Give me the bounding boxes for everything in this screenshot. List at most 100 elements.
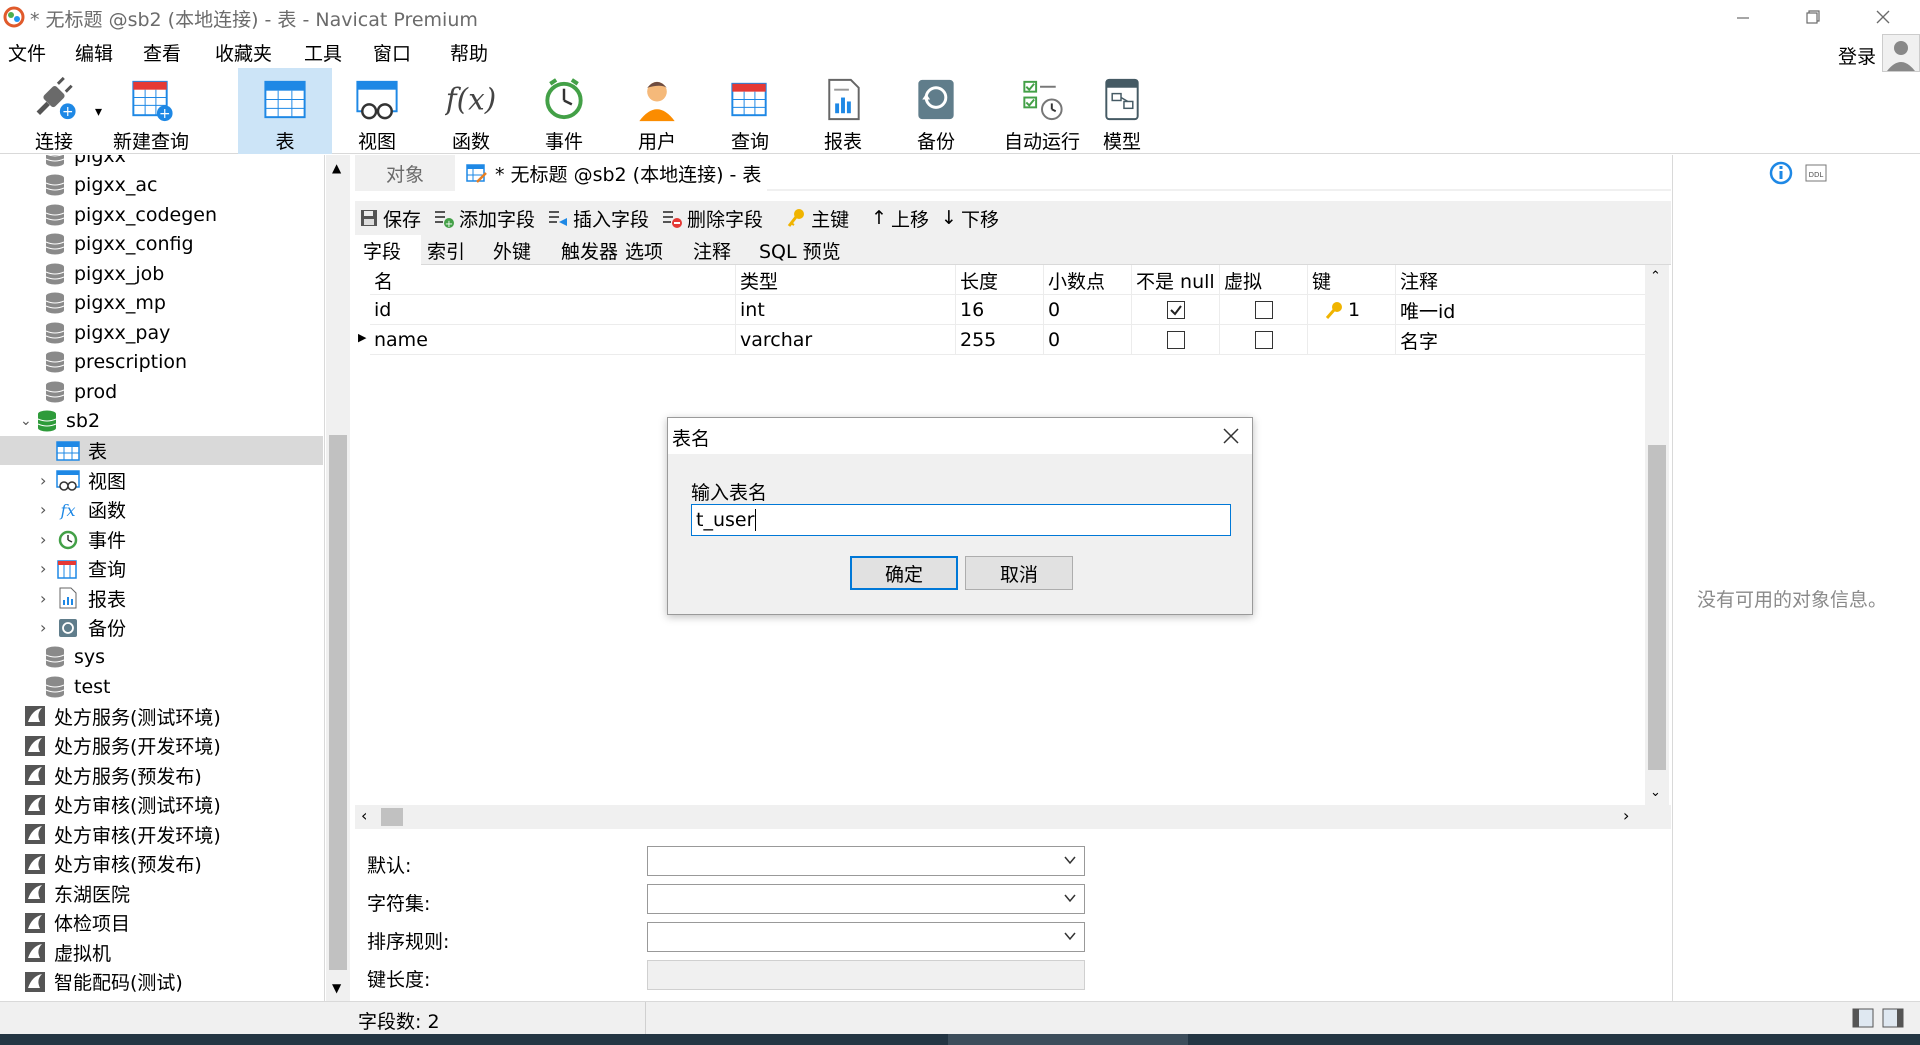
subtab-foreign-keys[interactable]: 外键 — [493, 235, 531, 265]
tree-item-database[interactable]: sys — [0, 643, 323, 672]
sidebar-scrollbar[interactable]: ▲ ▼ — [326, 155, 350, 1001]
scroll-down-icon[interactable]: ⌄ — [1650, 785, 1661, 800]
tree-item-connection[interactable]: 处方服务(开发环境) — [0, 731, 323, 760]
tool-view[interactable]: 视图 — [340, 68, 414, 154]
subtab-sql-preview[interactable]: SQL 预览 — [759, 235, 841, 265]
delete-field-button[interactable]: 删除字段 — [661, 205, 763, 232]
tool-report[interactable]: 报表 — [806, 68, 880, 154]
chevron-right-icon[interactable]: › — [40, 618, 56, 637]
close-icon[interactable] — [1220, 425, 1242, 447]
avatar[interactable] — [1882, 34, 1920, 72]
ok-button[interactable]: 确定 — [850, 556, 958, 590]
scroll-up-icon[interactable]: ▲ — [332, 161, 341, 175]
scroll-left-icon[interactable]: ‹ — [361, 806, 367, 825]
subtab-indexes[interactable]: 索引 — [427, 235, 465, 265]
subtab-fields[interactable]: 字段 — [355, 235, 421, 265]
grid-vscroll-thumb[interactable] — [1648, 445, 1666, 770]
login-link[interactable]: 登录 — [1838, 42, 1876, 69]
layout-left-icon[interactable] — [1852, 1008, 1874, 1028]
field-decimals-cell[interactable]: 0 — [1044, 295, 1132, 325]
tree-item-sb2-child[interactable]: › 备份 — [0, 613, 323, 642]
close-button[interactable] — [1848, 0, 1918, 34]
tree-item-connection[interactable]: 处方服务(预发布) — [0, 761, 323, 790]
chevron-right-icon[interactable]: › — [40, 500, 56, 519]
taskbar-item[interactable] — [948, 1034, 1188, 1045]
tool-connect[interactable]: + 连接 — [20, 68, 88, 154]
tree-item-sb2-child[interactable]: › 查询 — [0, 554, 323, 583]
minimize-button[interactable] — [1708, 0, 1778, 34]
tree-item-database-sb2[interactable]: ⌄ sb2 — [0, 407, 323, 436]
col-header-comment[interactable]: 注释 — [1396, 265, 1653, 295]
save-button[interactable]: 保存 — [359, 205, 421, 232]
subtab-comment[interactable]: 注释 — [693, 235, 731, 265]
tree-item-database[interactable]: prescription — [0, 348, 323, 377]
tree-item-connection[interactable]: 处方审核(开发环境) — [0, 820, 323, 849]
not-null-checkbox[interactable] — [1166, 331, 1185, 349]
move-up-button[interactable]: ↑ 上移 — [871, 205, 929, 232]
cancel-button[interactable]: 取消 — [965, 556, 1073, 590]
tool-event[interactable]: 事件 — [527, 68, 601, 154]
grid-hscroll-thumb[interactable] — [381, 808, 403, 826]
menu-view[interactable]: 查看 — [143, 39, 181, 66]
scroll-up-icon[interactable]: ⌃ — [1650, 269, 1661, 284]
chevron-right-icon[interactable]: › — [40, 589, 56, 608]
col-header-not-null[interactable]: 不是 null — [1132, 265, 1220, 295]
tree-item-connection[interactable]: 东湖医院 — [0, 879, 323, 908]
table-row[interactable]: ▶ name varchar 255 0 名字 — [358, 325, 1653, 355]
subtab-options[interactable]: 选项 — [625, 235, 663, 265]
col-header-type[interactable]: 类型 — [736, 265, 956, 295]
field-comment-cell[interactable]: 名字 — [1396, 325, 1653, 355]
menu-tools[interactable]: 工具 — [304, 39, 342, 66]
tool-function[interactable]: f(x) 函数 — [434, 68, 508, 154]
tab-objects[interactable]: 对象 — [355, 155, 455, 191]
layout-right-icon[interactable] — [1882, 1008, 1904, 1028]
tree-item-sb2-child[interactable]: › 报表 — [0, 584, 323, 613]
connect-dropdown-arrow-icon[interactable]: ▾ — [95, 104, 102, 120]
col-header-key[interactable]: 键 — [1308, 265, 1396, 295]
col-header-decimals[interactable]: 小数点 — [1044, 265, 1132, 295]
tool-user[interactable]: 用户 — [620, 68, 694, 154]
field-name-cell[interactable]: id — [370, 295, 736, 325]
col-header-virtual[interactable]: 虚拟 — [1220, 265, 1308, 295]
virtual-checkbox[interactable] — [1254, 331, 1273, 349]
subtab-triggers[interactable]: 触发器 — [561, 235, 618, 265]
tree-item-database[interactable]: prod — [0, 377, 323, 406]
field-type-cell[interactable]: int — [736, 295, 956, 325]
tree-item-database[interactable]: pigxx_pay — [0, 318, 323, 347]
field-type-cell[interactable]: varchar — [736, 325, 956, 355]
tree-item-connection[interactable]: 智能配码(测试) — [0, 967, 323, 996]
tree-item-database[interactable]: pigxx_ac — [0, 171, 323, 200]
grid-vscrollbar[interactable]: ⌃ ⌄ — [1645, 265, 1669, 805]
table-name-input[interactable]: t_user — [691, 504, 1231, 536]
tool-model[interactable]: 模型 — [1085, 68, 1159, 154]
tree-item-connection[interactable]: 处方审核(测试环境) — [0, 790, 323, 819]
tab-document[interactable]: * 无标题 @sb2 (本地连接) - 表 — [457, 155, 767, 191]
scroll-right-icon[interactable]: › — [1623, 806, 1629, 825]
primary-key-button[interactable]: 主键 — [785, 205, 849, 232]
key-cell[interactable] — [1308, 325, 1396, 355]
tool-schedule[interactable]: 自动运行 — [992, 68, 1092, 154]
sidebar-scroll-thumb[interactable] — [329, 435, 347, 970]
tree-item-connection[interactable]: 体检项目 — [0, 908, 323, 937]
add-field-button[interactable]: + 添加字段 — [433, 205, 535, 232]
tree-item-sb2-child[interactable]: › 视图 — [0, 466, 323, 495]
ddl-icon[interactable]: DDL — [1805, 163, 1827, 183]
info-icon[interactable] — [1769, 161, 1793, 185]
move-down-button[interactable]: ↓ 下移 — [941, 205, 999, 232]
tree-item-database[interactable]: pigxx — [0, 155, 323, 170]
chevron-down-icon[interactable]: ⌄ — [20, 413, 36, 429]
menu-window[interactable]: 窗口 — [373, 39, 411, 66]
insert-field-button[interactable]: 插入字段 — [547, 205, 649, 232]
chevron-right-icon[interactable]: › — [40, 471, 56, 490]
tree-item-database[interactable]: pigxx_job — [0, 259, 323, 288]
tool-table[interactable]: 表 — [238, 68, 332, 154]
not-null-checkbox[interactable] — [1166, 301, 1185, 319]
default-select[interactable] — [647, 846, 1085, 876]
tool-query[interactable]: 查询 — [713, 68, 787, 154]
tree-item-database[interactable]: pigxx_config — [0, 230, 323, 259]
col-header-length[interactable]: 长度 — [956, 265, 1044, 295]
collation-select[interactable] — [647, 922, 1085, 952]
tree-item-connection[interactable]: 处方审核(预发布) — [0, 849, 323, 878]
virtual-checkbox[interactable] — [1254, 301, 1273, 319]
field-name-cell[interactable]: name — [370, 325, 736, 355]
